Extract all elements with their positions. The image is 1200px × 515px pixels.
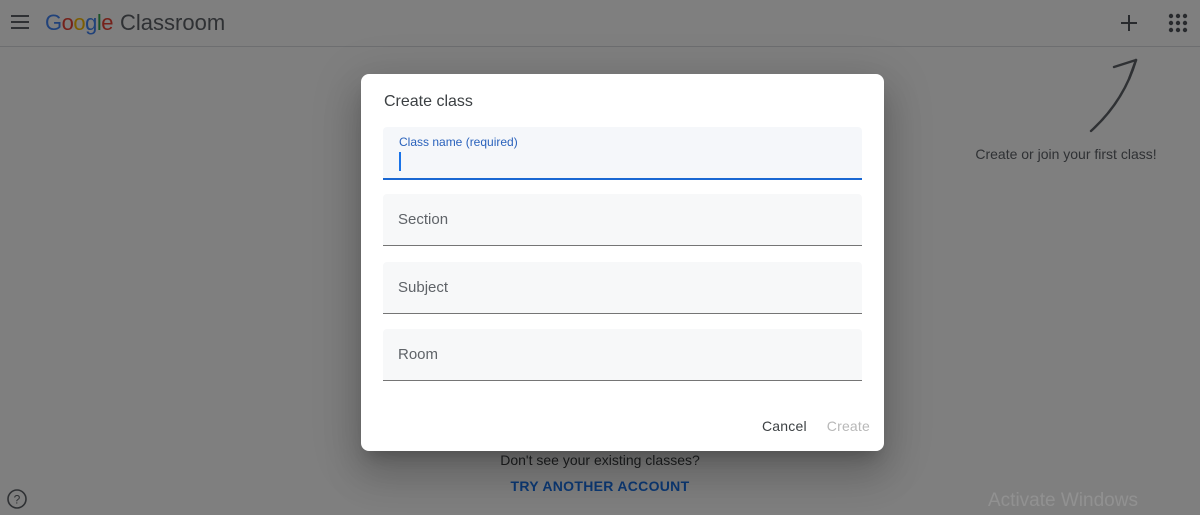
section-input[interactable] [383, 194, 862, 245]
create-button[interactable]: Create [819, 410, 878, 442]
room-input[interactable] [383, 329, 862, 380]
subject-input[interactable] [383, 262, 862, 313]
class-name-field[interactable]: Class name (required) [383, 127, 862, 180]
subject-field[interactable] [383, 262, 862, 314]
room-field[interactable] [383, 329, 862, 381]
create-class-dialog: Create class Class name (required) Cance… [361, 74, 884, 451]
dialog-actions: Cancel Create [754, 410, 878, 442]
section-field[interactable] [383, 194, 862, 246]
class-name-input[interactable] [383, 127, 862, 178]
activate-windows-watermark: Activate Windows [988, 490, 1138, 512]
google-classroom-page: GoogleClassroom Create or join your firs… [0, 0, 1200, 515]
cancel-button[interactable]: Cancel [754, 410, 815, 442]
dialog-title: Create class [384, 93, 473, 111]
